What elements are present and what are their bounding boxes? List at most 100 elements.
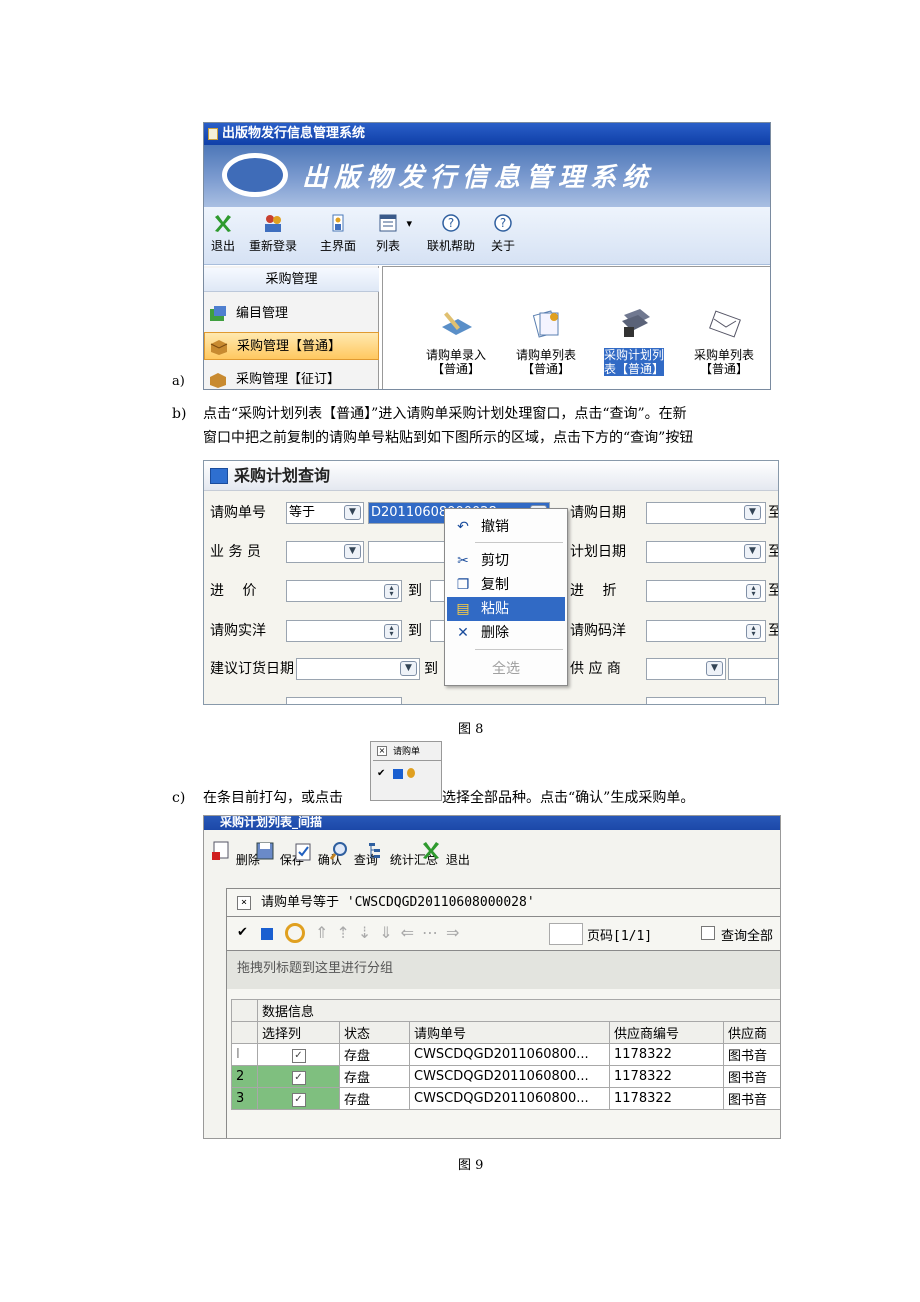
row-indicator-header xyxy=(231,999,258,1022)
paragraph-c-before: 在条目前打勾，或点击 xyxy=(203,790,343,806)
to-label: 至 xyxy=(768,621,778,641)
paragraph-b-line1: 点击“采购计划列表【普通】”进入请购单采购计划处理窗口，点击“查询”。在新 xyxy=(203,406,687,422)
salesman-label: 业 务 员 xyxy=(210,544,261,560)
window-titlebar: 采购计划列表_间描 xyxy=(204,816,780,830)
sidebar-item-catalog[interactable]: 编目管理 xyxy=(204,300,379,328)
svg-text:?: ? xyxy=(448,216,454,230)
chevron-down-icon[interactable]: ▼ xyxy=(344,544,361,559)
menu-separator xyxy=(475,649,563,650)
window-title: 采购计划查询 xyxy=(234,466,331,485)
app-icon xyxy=(208,128,218,140)
group-by-area[interactable]: 拖拽列标题到这里进行分组 xyxy=(227,951,780,989)
list-dropdown-button[interactable]: 列表 ▾ xyxy=(368,213,412,261)
sidebar-item-purchase-subscribe[interactable]: 采购管理【征订】 xyxy=(204,366,379,389)
request-list-button[interactable]: 请购单列表 【普通】 xyxy=(509,307,583,376)
home-button[interactable]: 主界面 xyxy=(316,213,360,261)
check-all-icon[interactable]: ✔ xyxy=(237,925,248,940)
users-icon xyxy=(265,215,281,232)
window-icon xyxy=(210,468,228,484)
row-checkbox[interactable]: ✓ xyxy=(257,1065,340,1088)
svg-text:?: ? xyxy=(500,216,506,230)
chevron-down-icon[interactable]: ▼ xyxy=(744,544,761,559)
data-grid: 数据信息 选择列 状态 请购单号 供应商编号 供应商 I ✓ 存盘 CWSCDQ… xyxy=(231,999,780,1110)
copy-icon: ❐ xyxy=(456,577,470,593)
column-header-req-no[interactable]: 请购单号 xyxy=(409,1021,610,1044)
figure-8-caption: 图 8 xyxy=(458,722,484,737)
menu-item-undo[interactable]: ↶ 撤销 xyxy=(447,515,565,539)
purchase-list-button[interactable]: 采购单列表 【普通】 xyxy=(687,307,761,376)
spinner-icon[interactable]: ▴ ▾ xyxy=(384,584,399,599)
banner-title: 出版物发行信息管理系统 xyxy=(302,163,655,193)
band-header: 数据信息 xyxy=(257,999,780,1022)
table-row[interactable]: 2 ✓ 存盘 CWSCDQGD2011060800... 1178322 图书音 xyxy=(231,1065,780,1088)
menu-item-copy[interactable]: ❐ 复制 xyxy=(447,573,565,597)
exit-button[interactable]: 退出 xyxy=(420,840,470,868)
online-help-button[interactable]: ? 联机帮助 xyxy=(422,213,480,261)
filter-text: 请购单号等于 'CWSCDQGD20110608000028' xyxy=(261,895,535,910)
confirm-icon xyxy=(295,843,311,861)
chevron-down-icon[interactable]: ▼ xyxy=(744,505,761,520)
delete-button[interactable]: 删除 xyxy=(210,840,260,868)
row-supplier-no: 1178322 xyxy=(609,1065,724,1088)
undo-icon: ↶ xyxy=(457,519,469,535)
column-header-select[interactable]: 选择列 xyxy=(257,1021,340,1044)
supplier-name-input[interactable] xyxy=(728,658,778,680)
menu-item-paste[interactable]: ▤ 粘贴 xyxy=(447,597,565,621)
row-req-no: CWSCDQGD2011060800... xyxy=(409,1043,610,1066)
plan-date-label: 计划日期 xyxy=(570,544,626,560)
cut-off-input[interactable] xyxy=(286,697,402,704)
select-all-icon[interactable] xyxy=(261,928,273,940)
tree-icon xyxy=(369,843,380,858)
spinner-icon[interactable]: ▴ ▾ xyxy=(746,584,761,599)
chevron-down-icon[interactable]: ▼ xyxy=(706,661,723,676)
column-header-status[interactable]: 状态 xyxy=(339,1021,410,1044)
req-code-label: 请购码洋 xyxy=(570,623,626,639)
row-checkbox[interactable]: ✓ xyxy=(257,1087,340,1110)
spinner-icon[interactable]: ▴ ▾ xyxy=(384,624,399,639)
check-icon: ✓ xyxy=(291,1092,306,1107)
sidebar-item-purchase-normal[interactable]: 采购管理【普通】 xyxy=(204,332,379,360)
clear-filter-icon[interactable]: × xyxy=(237,896,251,910)
to-label: 至 xyxy=(768,581,778,601)
price-label: 进 价 xyxy=(210,583,257,599)
divider xyxy=(373,760,441,761)
cut-off-input[interactable] xyxy=(646,697,766,704)
salesman-name-input[interactable] xyxy=(368,541,448,563)
request-entry-button[interactable]: 请购单录入 【普通】 xyxy=(419,307,493,376)
query-all-checkbox[interactable] xyxy=(701,926,715,940)
refresh-icon[interactable] xyxy=(285,923,305,943)
row-checkbox[interactable]: ✓ xyxy=(257,1043,340,1066)
column-header-supplier[interactable]: 供应商 xyxy=(723,1021,780,1044)
module-panel: 请购单录入 【普通】 请购单列表 【普通】 采购计划列 表【普通】 采购单列表 … xyxy=(382,266,770,389)
chevron-down-icon: ▾ xyxy=(406,217,412,230)
row-req-no: CWSCDQGD2011060800... xyxy=(409,1087,610,1110)
box-icon xyxy=(210,340,228,355)
page-label: 页码[1/1] xyxy=(587,929,653,944)
paragraph-b-line2: 窗口中把之前复制的请购单号粘贴到如下图所示的区域，点击下方的“查询”按钮 xyxy=(203,430,694,446)
req-real-label: 请购实洋 xyxy=(210,623,266,639)
close-icon: × xyxy=(377,746,387,756)
pager-arrows-icon[interactable]: ⇑⇡⇣⇓⇐⋯⇒ xyxy=(315,923,467,942)
chevron-down-icon[interactable]: ▼ xyxy=(344,505,361,520)
sidebar-header[interactable]: 采购管理 xyxy=(204,268,379,292)
about-button[interactable]: ? 关于 xyxy=(488,213,518,261)
column-header-supplier-no[interactable]: 供应商编号 xyxy=(609,1021,724,1044)
label-c: c) xyxy=(172,790,186,806)
box-icon xyxy=(210,373,226,388)
menu-item-select-all[interactable]: 全选 xyxy=(447,657,565,681)
spinner-icon[interactable]: ▴ ▾ xyxy=(746,624,761,639)
menu-item-cut[interactable]: ✂ 剪切 xyxy=(447,549,565,573)
table-row[interactable]: 3 ✓ 存盘 CWSCDQGD2011060800... 1178322 图书音 xyxy=(231,1087,780,1110)
chevron-down-icon[interactable]: ▼ xyxy=(400,661,417,676)
row-req-no: CWSCDQGD2011060800... xyxy=(409,1065,610,1088)
context-menu: ↶ 撤销 ✂ 剪切 ❐ 复制 ▤ 粘贴 ✕ 删除 全选 xyxy=(444,508,568,686)
page-input[interactable] xyxy=(549,923,583,945)
menu-item-delete[interactable]: ✕ 删除 xyxy=(447,621,565,645)
select-all-icon[interactable] xyxy=(393,769,403,779)
table-row[interactable]: I ✓ 存盘 CWSCDQGD2011060800... 1178322 图书音 xyxy=(231,1043,780,1066)
plan-list-button[interactable]: 采购计划列 表【普通】 xyxy=(597,307,671,376)
purchase-plan-list-screenshot: 采购计划列表_间描 删除 保存 确认 查询 统计汇总 退出 × 请购单号等于 '… xyxy=(203,815,781,1139)
exit-button[interactable]: 退出 xyxy=(208,213,238,261)
relogin-button[interactable]: 重新登录 xyxy=(244,213,302,261)
check-icon: ✓ xyxy=(291,1070,306,1085)
